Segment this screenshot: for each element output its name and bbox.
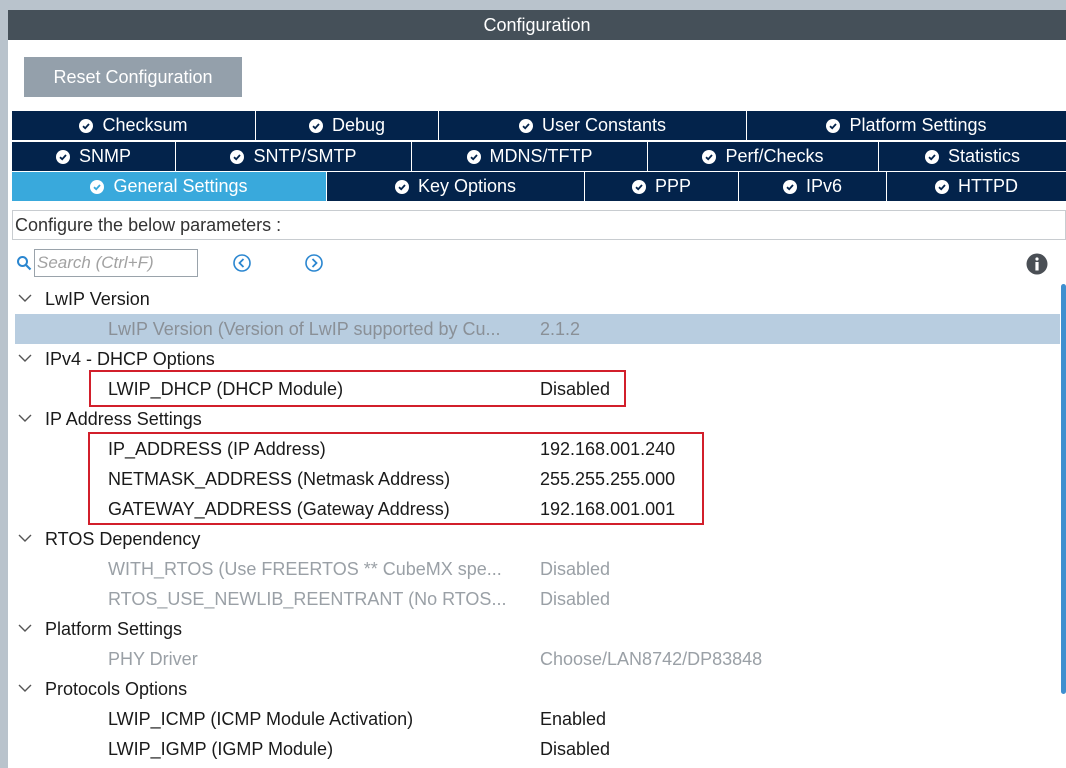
search-input[interactable] [34, 249, 198, 277]
tab-ipv6[interactable]: IPv6 [739, 172, 887, 201]
tab-checksum[interactable]: Checksum [12, 111, 256, 140]
group-lwip-version[interactable]: LwIP Version [8, 284, 1062, 314]
check-circle-icon [924, 149, 939, 164]
search-bar [16, 249, 198, 277]
tab-row-1: Checksum Debug User Constants Platform S… [12, 111, 1066, 140]
tab-label: Checksum [102, 115, 188, 135]
check-circle-icon [631, 179, 646, 194]
param-name: LWIP_ICMP (ICMP Module Activation) [108, 708, 414, 729]
chevron-left-circle-icon[interactable] [232, 253, 252, 273]
check-circle-icon [466, 149, 481, 164]
check-circle-icon [308, 118, 323, 133]
reset-configuration-button[interactable]: Reset Configuration [24, 57, 242, 97]
tab-label: Debug [331, 115, 386, 135]
group-label: IP Address Settings [45, 408, 202, 429]
tab-ppp[interactable]: PPP [585, 172, 739, 201]
tab-user-constants[interactable]: User Constants [439, 111, 747, 140]
check-circle-icon [935, 179, 949, 194]
tab-label: Perf/Checks [725, 146, 824, 166]
group-label: IPv4 - DHCP Options [45, 348, 215, 369]
param-name: LwIP Version (Version of LwIP supported … [108, 318, 501, 339]
check-circle-icon [55, 149, 70, 164]
tab-snmp[interactable]: SNMP [12, 142, 176, 171]
group-label: LwIP Version [45, 288, 150, 309]
group-rtos-dependency[interactable]: RTOS Dependency [8, 524, 1062, 554]
tab-platform-settings[interactable]: Platform Settings [747, 111, 1066, 140]
tab-row-2: SNMP SNTP/SMTP MDNS/TFTP Perf/Checks Sta… [12, 141, 1066, 171]
tab-label: IPv6 [805, 176, 843, 196]
check-circle-icon [79, 118, 94, 133]
param-name: WITH_RTOS (Use FREERTOS ** CubeMX spe... [108, 558, 502, 579]
param-row-lwip-igmp[interactable]: LWIP_IGMP (IGMP Module) Disabled [8, 734, 1062, 764]
check-circle-icon [394, 179, 409, 194]
tab-sntp-smtp[interactable]: SNTP/SMTP [176, 142, 412, 171]
tab-label: Key Options [417, 176, 517, 196]
chevron-down-icon[interactable] [18, 353, 32, 363]
group-protocols-options[interactable]: Protocols Options [8, 674, 1062, 704]
tab-debug[interactable]: Debug [256, 111, 439, 140]
check-circle-icon [518, 118, 533, 133]
param-name: RTOS_USE_NEWLIB_REENTRANT (No RTOS... [108, 588, 507, 609]
chevron-down-icon[interactable] [18, 683, 32, 693]
window-title: Configuration [8, 10, 1066, 40]
check-circle-icon [826, 118, 841, 133]
parameters-caption: Configure the below parameters : [12, 210, 1066, 240]
param-value: Disabled [540, 588, 611, 609]
param-row-lwip-icmp[interactable]: LWIP_ICMP (ICMP Module Activation) Enabl… [8, 704, 1062, 734]
tab-label: Statistics [947, 146, 1021, 166]
tab-mdns-tftp[interactable]: MDNS/TFTP [412, 142, 648, 171]
tab-key-options[interactable]: Key Options [327, 172, 585, 201]
top-band [8, 0, 1066, 10]
tab-general-settings[interactable]: General Settings [12, 172, 327, 201]
tab-label: PPP [654, 176, 692, 196]
param-name: PHY Driver [108, 648, 198, 669]
tab-statistics[interactable]: Statistics [879, 142, 1066, 171]
group-label: Platform Settings [45, 618, 183, 639]
chevron-down-icon[interactable] [18, 533, 32, 543]
tab-label: Platform Settings [849, 115, 987, 135]
highlight-box-ip-settings [88, 432, 704, 525]
param-row-lwip-version[interactable]: LwIP Version (Version of LwIP supported … [15, 314, 1060, 344]
param-row-with-rtos[interactable]: WITH_RTOS (Use FREERTOS ** CubeMX spe...… [8, 554, 1062, 584]
tab-label: User Constants [541, 115, 667, 135]
check-circle-icon [230, 149, 245, 164]
info-icon[interactable] [1026, 253, 1048, 275]
tab-label: General Settings [113, 176, 248, 196]
group-label: Protocols Options [45, 678, 188, 699]
configuration-window: Configuration Reset Configuration Checks… [8, 0, 1066, 768]
param-value: Disabled [540, 738, 611, 759]
group-ip-address-settings[interactable]: IP Address Settings [8, 404, 1062, 434]
tab-row-3: General Settings Key Options PPP IPv6 HT… [12, 171, 1066, 201]
tab-label: SNMP [78, 146, 131, 166]
param-value: 2.1.2 [540, 318, 581, 339]
tab-label: SNTP/SMTP [253, 146, 357, 166]
tab-label: HTTPD [958, 176, 1018, 196]
param-name: LWIP_IGMP (IGMP Module) [108, 738, 334, 759]
highlight-box-dhcp [89, 370, 626, 407]
tab-httpd[interactable]: HTTPD [887, 172, 1066, 201]
check-circle-icon [782, 179, 797, 194]
vertical-scrollbar[interactable] [1061, 284, 1066, 694]
param-row-phy-driver[interactable]: PHY Driver Choose/LAN8742/DP83848 [8, 644, 1062, 674]
chevron-right-circle-icon[interactable] [304, 253, 324, 273]
param-value: Choose/LAN8742/DP83848 [540, 648, 763, 669]
check-circle-icon [702, 149, 717, 164]
chevron-down-icon[interactable] [18, 413, 32, 423]
group-platform-settings[interactable]: Platform Settings [8, 614, 1062, 644]
search-icon[interactable] [16, 255, 32, 271]
chevron-down-icon[interactable] [18, 623, 32, 633]
param-value: Disabled [540, 558, 611, 579]
chevron-down-icon[interactable] [18, 293, 32, 303]
param-value: Enabled [540, 708, 607, 729]
tab-perf-checks[interactable]: Perf/Checks [648, 142, 879, 171]
check-circle-icon [90, 179, 105, 194]
group-label: RTOS Dependency [45, 528, 201, 549]
tab-label: MDNS/TFTP [489, 146, 593, 166]
param-row-rtos-use-newlib-reentrant[interactable]: RTOS_USE_NEWLIB_REENTRANT (No RTOS... Di… [8, 584, 1062, 614]
